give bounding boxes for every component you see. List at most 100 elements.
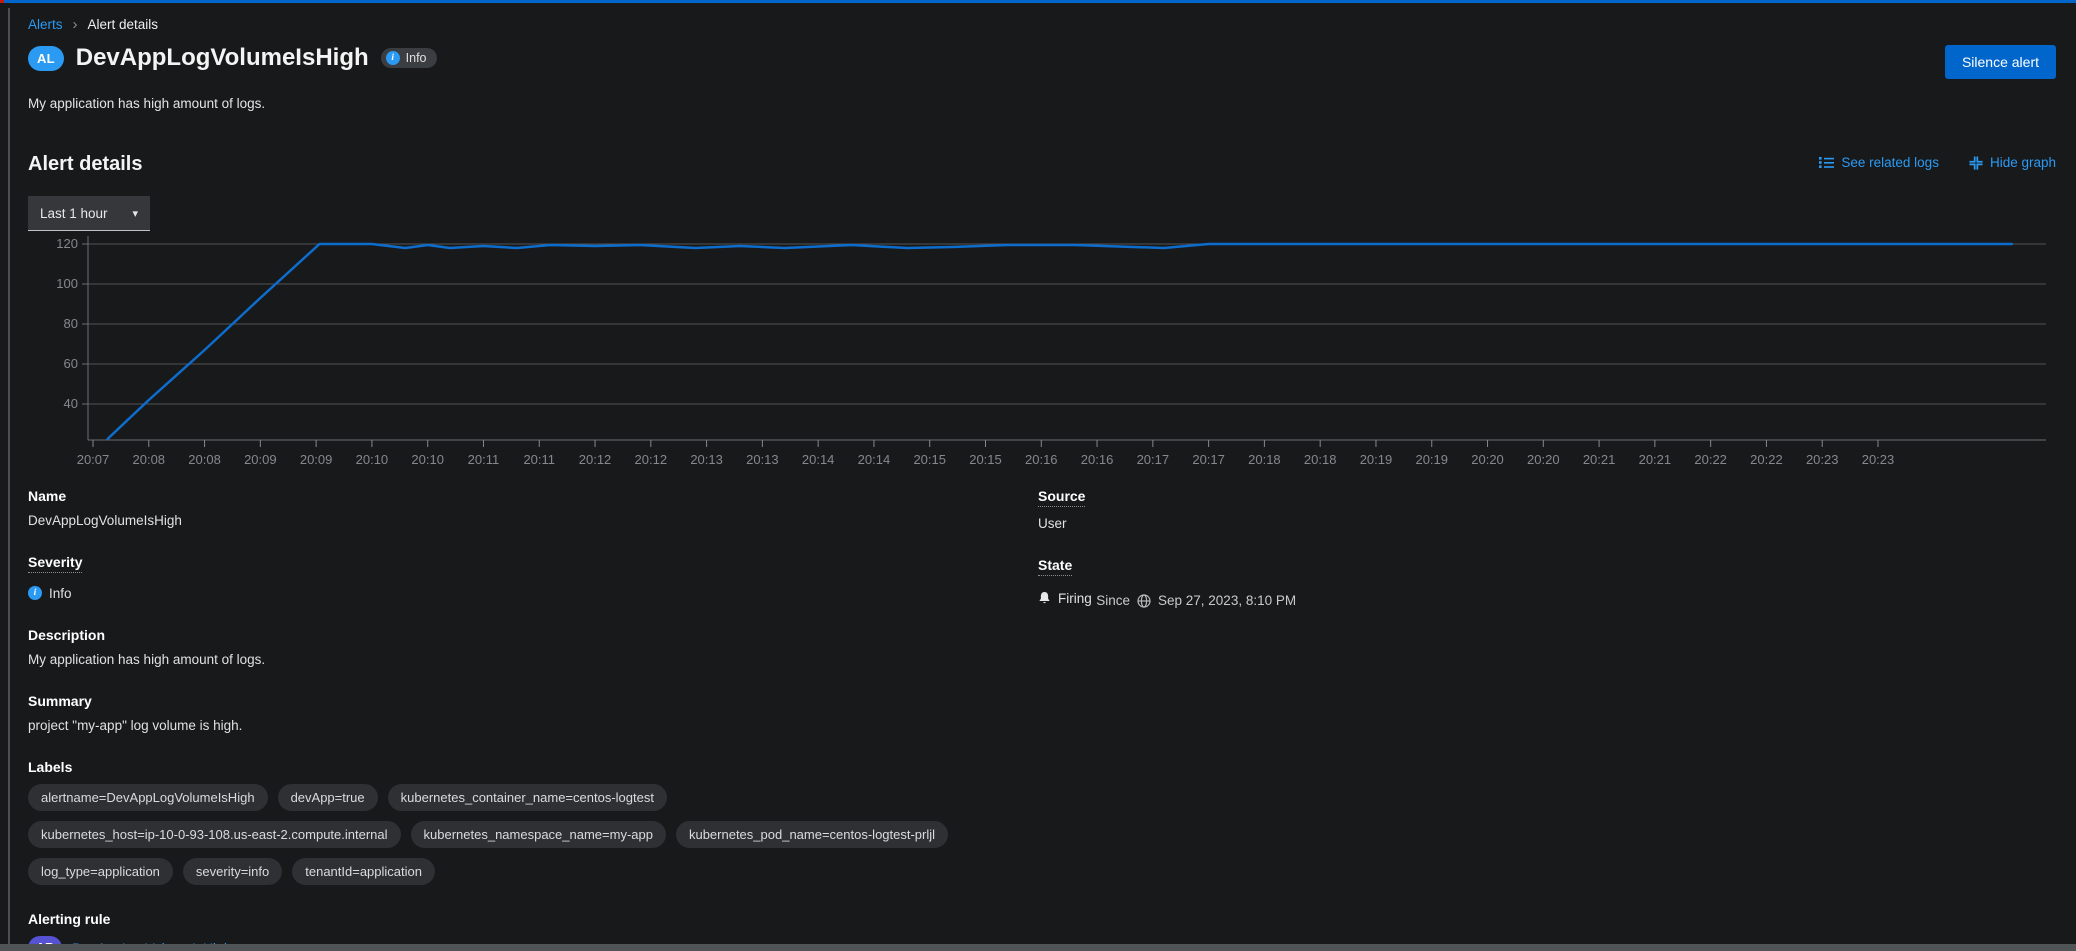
state-since: Since Sep 27, 2023, 8:10 PM (1096, 593, 1296, 608)
see-related-logs-label: See related logs (1841, 155, 1939, 170)
svg-text:20:20: 20:20 (1527, 452, 1560, 467)
field-name-value: DevAppLogVolumeIsHigh (28, 513, 182, 528)
page-title: DevAppLogVolumeIsHigh (75, 44, 369, 71)
svg-text:20:15: 20:15 (969, 452, 1002, 467)
chevron-down-icon: ▾ (132, 207, 138, 220)
svg-text:20:18: 20:18 (1304, 452, 1337, 467)
breadcrumb-current: Alert details (87, 17, 159, 32)
svg-text:20:17: 20:17 (1192, 452, 1225, 467)
info-icon: i (385, 51, 400, 65)
time-range-select[interactable]: Last 1 hour ▾ (28, 196, 150, 231)
svg-text:20:08: 20:08 (188, 452, 221, 467)
field-source-label[interactable]: Source (1038, 488, 1086, 507)
alert-resource-badge: AL (28, 45, 64, 71)
svg-text:40: 40 (64, 396, 78, 411)
field-severity-value: i Info (28, 586, 72, 601)
alert-detail-fields: Name DevAppLogVolumeIsHigh Severity i In… (0, 476, 2076, 951)
severity-badge: i Info (380, 48, 437, 68)
since-label: Since (1096, 593, 1130, 608)
field-state-value: Firing (1038, 591, 1092, 606)
alert-details-section-header: Alert details See related logs Hide grap… (0, 153, 2076, 176)
field-alerting-rule-label: Alerting rule (28, 910, 111, 927)
alert-chart-svg: 40 60 80 100 120 20:07 20:08 20:08 20:09 20:09 20:… (56, 236, 2046, 467)
page-header: AL DevAppLogVolumeIsHigh i Info (28, 44, 2076, 72)
svg-text:20:12: 20:12 (635, 452, 668, 467)
state-value-text: Firing (1058, 590, 1092, 606)
field-name-label: Name (28, 488, 67, 504)
svg-text:20:13: 20:13 (690, 452, 723, 467)
label-chip: devApp=true (277, 783, 378, 811)
see-related-logs-link[interactable]: See related logs (1819, 155, 1939, 170)
field-description: Description My application has high amou… (28, 627, 1038, 667)
horizontal-scrollbar[interactable] (0, 944, 2076, 951)
section-title: Alert details (28, 153, 143, 175)
time-range-value: Last 1 hour (40, 205, 108, 221)
globe-icon (1137, 593, 1151, 608)
svg-text:20:21: 20:21 (1583, 452, 1616, 467)
svg-text:20:19: 20:19 (1360, 452, 1393, 467)
svg-text:20:10: 20:10 (411, 452, 444, 467)
svg-text:20:10: 20:10 (356, 452, 389, 467)
svg-text:20:22: 20:22 (1694, 452, 1727, 467)
svg-text:20:07: 20:07 (77, 452, 110, 467)
svg-text:20:19: 20:19 (1415, 452, 1448, 467)
svg-text:20:12: 20:12 (579, 452, 612, 467)
field-labels-label: Labels (28, 758, 73, 775)
field-severity-label[interactable]: Severity (28, 554, 83, 573)
silence-alert-button[interactable]: Silence alert (1944, 45, 2056, 79)
breadcrumb: Alerts › Alert details (0, 3, 2076, 32)
bell-icon (1039, 591, 1050, 604)
field-summary-value: project "my-app" log volume is high. (28, 717, 243, 733)
field-state: State Firing Since Sep 27, 2023, 8:10 PM (1038, 557, 2048, 610)
svg-text:60: 60 (64, 356, 78, 371)
svg-text:20:16: 20:16 (1081, 452, 1114, 467)
label-chip: tenantId=application (292, 857, 435, 885)
svg-text:20:14: 20:14 (858, 452, 891, 467)
svg-text:20:11: 20:11 (523, 452, 555, 467)
compress-icon (1969, 155, 1983, 170)
field-source: Source User (1038, 488, 2048, 531)
svg-text:20:09: 20:09 (244, 452, 277, 467)
svg-text:20:11: 20:11 (468, 452, 500, 467)
svg-text:20:13: 20:13 (746, 452, 779, 467)
left-scrollbar[interactable] (8, 8, 10, 951)
svg-text:20:17: 20:17 (1137, 452, 1170, 467)
severity-badge-label: Info (405, 51, 427, 65)
details-right-column: Source User State Firing Since Sep 27, 2… (1038, 488, 2048, 951)
breadcrumb-link-alerts[interactable]: Alerts (28, 17, 63, 32)
label-chip: kubernetes_pod_name=centos-logtest-prljl (675, 820, 949, 848)
svg-text:20:23: 20:23 (1862, 452, 1895, 467)
window-top-accent-bar (0, 0, 2076, 3)
svg-text:20:16: 20:16 (1025, 452, 1058, 467)
label-chip: kubernetes_namespace_name=my-app (410, 820, 666, 848)
header-description: My application has high amount of logs. (28, 96, 266, 111)
svg-text:20:22: 20:22 (1750, 452, 1783, 467)
severity-value-text: Info (49, 585, 72, 601)
svg-text:20:18: 20:18 (1248, 452, 1281, 467)
label-chip: kubernetes_host=ip-10-0-93-108.us-east-2… (28, 820, 401, 848)
field-state-label[interactable]: State (1038, 557, 1073, 576)
field-labels: Labels alertname=DevAppLogVolumeIsHigh de… (28, 759, 1038, 885)
hide-graph-link[interactable]: Hide graph (1969, 155, 2056, 170)
svg-text:20:20: 20:20 (1471, 452, 1504, 467)
since-timestamp: Sep 27, 2023, 8:10 PM (1158, 593, 1297, 608)
alert-details-page: Alerts › Alert details AL DevAppLogVolum… (0, 0, 2076, 951)
alert-value-chart: 40 60 80 100 120 20:07 20:08 20:08 20:09 20:09 20:… (0, 236, 2076, 476)
label-chip: severity=info (182, 857, 283, 885)
field-description-label: Description (28, 626, 106, 643)
svg-text:20:14: 20:14 (802, 452, 835, 467)
window-top-accent-red (0, 0, 4, 3)
svg-text:120: 120 (56, 236, 78, 251)
breadcrumb-separator-icon: › (72, 16, 78, 33)
field-summary: Summary project "my-app" log volume is h… (28, 693, 1038, 733)
labels-list: alertname=DevAppLogVolumeIsHigh devApp=tr… (28, 783, 1038, 885)
field-severity: Severity i Info (28, 554, 1038, 601)
svg-text:20:09: 20:09 (300, 452, 333, 467)
info-icon: i (28, 586, 42, 600)
details-left-column: Name DevAppLogVolumeIsHigh Severity i In… (28, 488, 1038, 951)
svg-text:20:21: 20:21 (1639, 452, 1672, 467)
label-chip: alertname=DevAppLogVolumeIsHigh (28, 783, 268, 811)
field-description-value: My application has high amount of logs. (28, 651, 266, 667)
svg-text:20:15: 20:15 (913, 452, 946, 467)
field-name: Name DevAppLogVolumeIsHigh (28, 488, 1038, 528)
